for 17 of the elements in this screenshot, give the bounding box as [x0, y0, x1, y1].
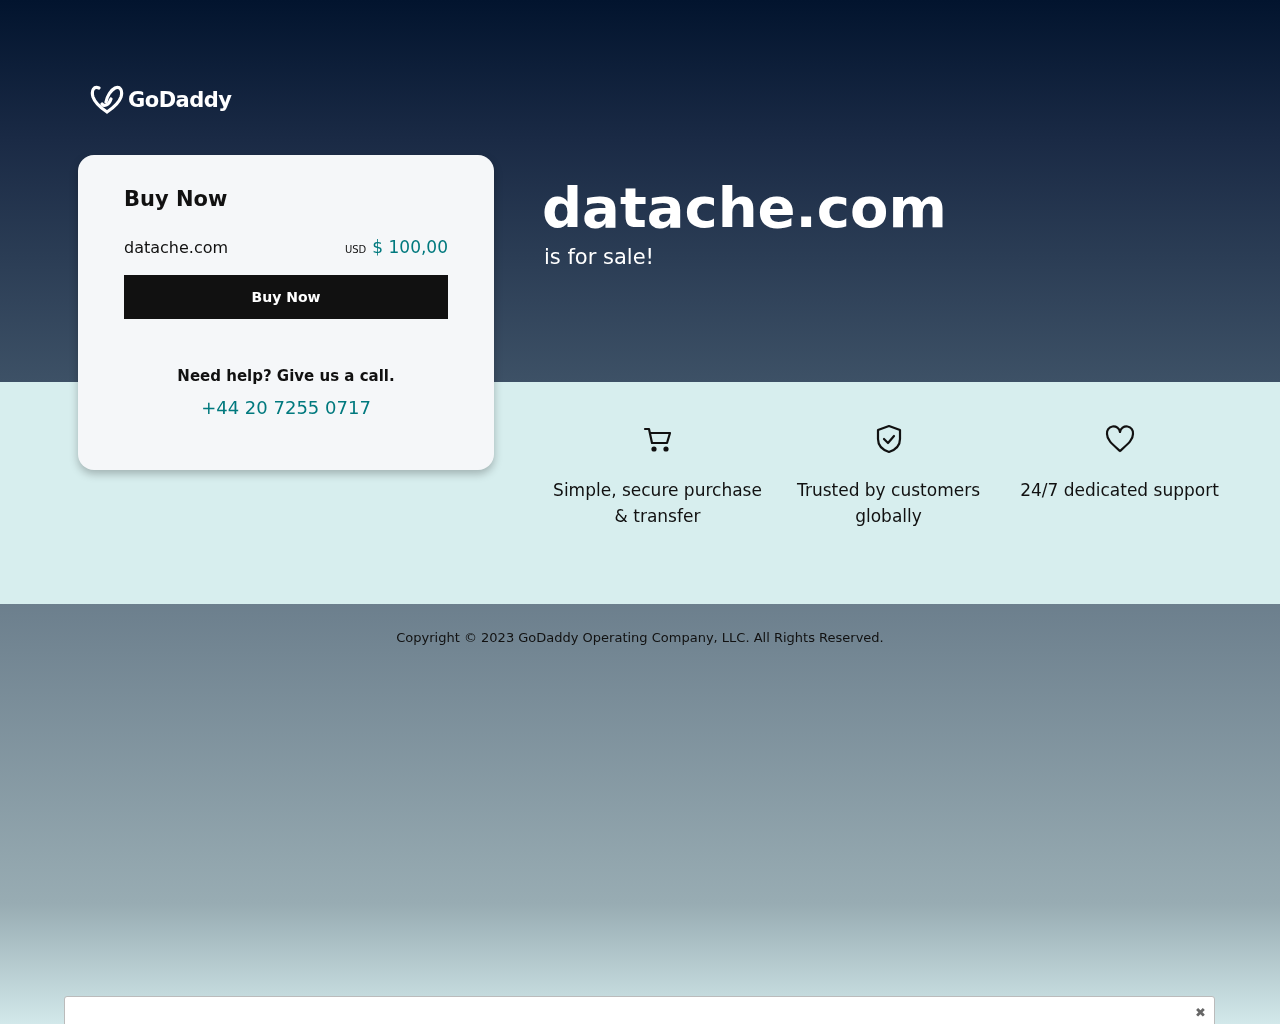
close-button[interactable]: ✖ — [1195, 1005, 1206, 1020]
logo-text[interactable]: GoDaddy — [128, 88, 232, 112]
copyright-text: Copyright © 2023 GoDaddy Operating Company, LLC. All Rights Reserved. — [396, 630, 884, 645]
feature-text: Trusted by customers globally — [796, 478, 981, 528]
domain-name: datache.com — [124, 238, 229, 257]
hero-subtitle: is for sale! — [544, 244, 655, 269]
help-text: Need help? Give us a call. — [177, 367, 395, 385]
logo-icon — [90, 85, 124, 115]
currency-label: USD — [344, 244, 367, 255]
feature-text: 24/7 dedicated support — [1020, 478, 1219, 502]
price: $ 100,00 — [372, 237, 448, 257]
heart-icon — [1103, 422, 1136, 455]
hero-domain: datache.com — [542, 177, 948, 239]
phone-link[interactable]: +44 20 7255 0717 — [201, 397, 371, 418]
buy-now-button[interactable]: Buy Now — [124, 275, 448, 319]
feature-text: Simple, secure purchase & transfer — [552, 478, 763, 528]
card-title: Buy Now — [124, 187, 229, 211]
